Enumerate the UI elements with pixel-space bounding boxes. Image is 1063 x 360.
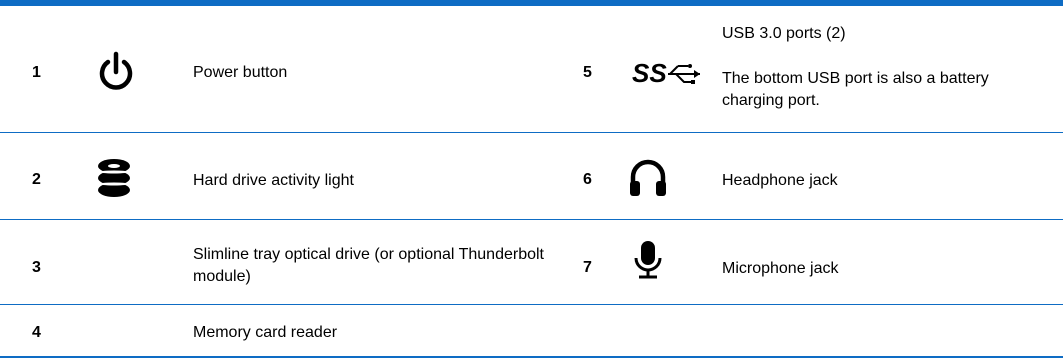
usb-note: The bottom USB port is also a battery ch… [722, 70, 989, 109]
svg-text:SS: SS [632, 58, 667, 88]
item-number: 1 [32, 64, 41, 81]
row-divider [0, 304, 1063, 305]
table-top-rule [0, 0, 1063, 6]
item-description: Memory card reader [193, 324, 338, 341]
item-number: 5 [583, 64, 592, 81]
hard-drive-icon [96, 158, 132, 203]
item-number: 4 [32, 324, 41, 341]
row-divider [0, 132, 1063, 133]
item-number: 6 [583, 171, 592, 188]
usb-title: USB 3.0 ports (2) [722, 25, 846, 42]
superspeed-usb-icon: SS [632, 58, 704, 95]
item-description: Headphone jack [722, 172, 838, 189]
item-number: 3 [32, 259, 41, 276]
power-icon [96, 50, 136, 99]
headphone-icon [628, 157, 668, 202]
item-description: Power button [193, 64, 288, 81]
item-number: 2 [32, 171, 41, 188]
item-description: Slimline tray optical drive (or optional… [193, 246, 544, 285]
item-number: 7 [583, 259, 592, 276]
microphone-icon [633, 240, 663, 285]
item-description: Hard drive activity light [193, 172, 354, 189]
table-bottom-rule [0, 356, 1063, 358]
row-divider [0, 219, 1063, 220]
item-description: Microphone jack [722, 260, 839, 277]
